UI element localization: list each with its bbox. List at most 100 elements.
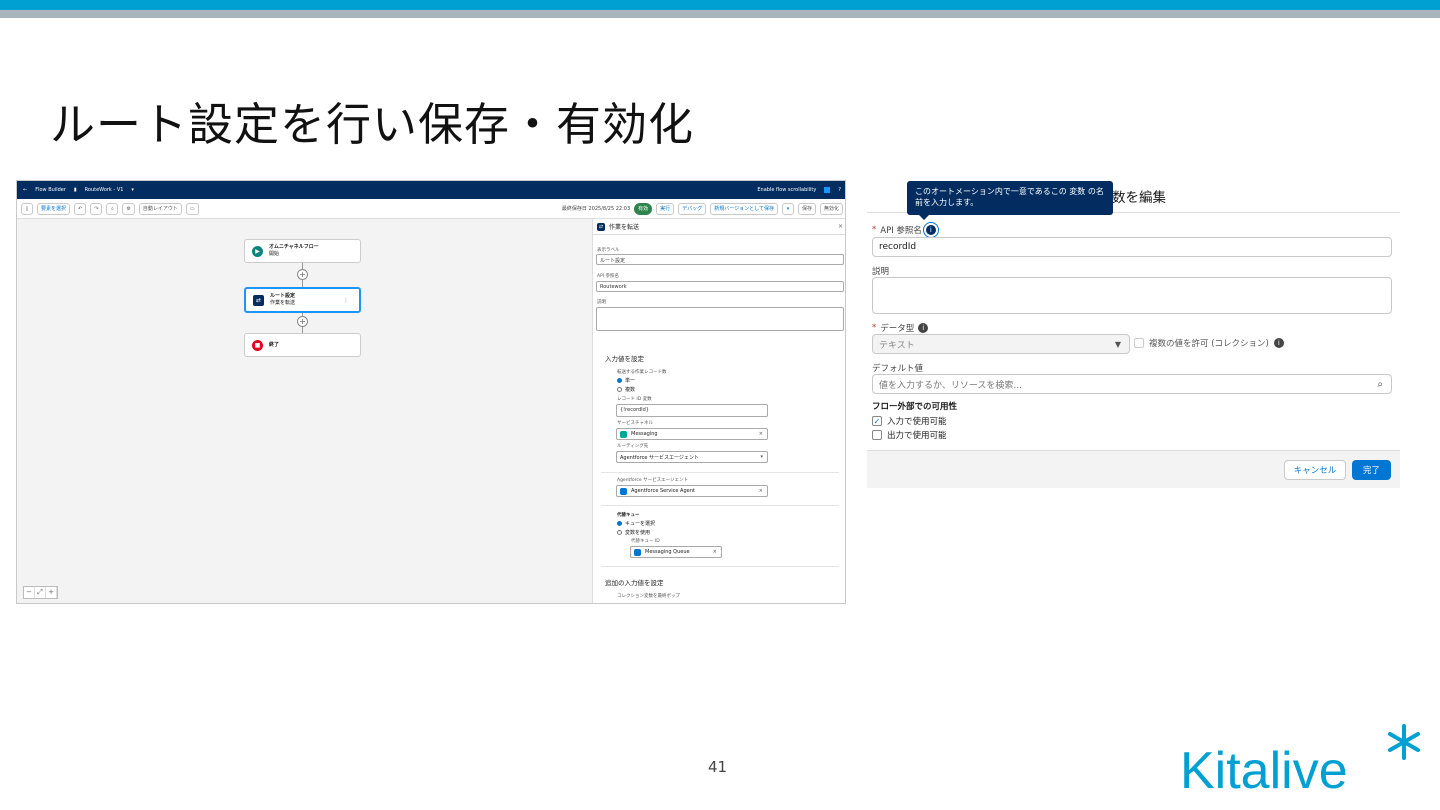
remove-icon[interactable]: × [759,431,763,437]
node-route-subtitle: 作業を転送 [270,300,296,306]
zoom-controls: − ⤢ + [23,586,58,599]
dialog-footer: キャンセル 完了 [867,450,1400,488]
header-stripe-blue [0,0,1440,10]
flow-canvas[interactable]: ▶ オムニチャネルフロー 開始 + ⇄ ルート設定 作業を転送 ⋮ + ■ 終了 −… [17,219,592,603]
info-icon[interactable]: i [918,323,929,333]
page-number: 41 [708,758,728,776]
record-count-label: 転送する作業レコード数 [617,370,667,375]
api-name-input[interactable]: Routework [596,281,844,292]
variable-editor-dialog: 数を編集 このオートメーション内で一意であるこの 変数 の名前を入力します。 *… [867,178,1400,488]
scrollability-label: Enable flow scrollability [757,187,817,193]
panel-header: ⇄ 作業を転送 × [593,219,845,235]
radio-use-variable[interactable]: 変数を使用 [617,529,650,536]
node-start-subtitle: 開始 [269,251,280,257]
panel-title: 作業を転送 [609,224,640,231]
search-icon: ⌕ [1377,378,1383,390]
service-channel-pill[interactable]: Messaging × [616,428,768,440]
record-id-input[interactable]: {!recordId} [616,404,768,417]
node-route[interactable]: ⇄ ルート設定 作業を転送 ⋮ [244,287,361,313]
save-as-new-version-button[interactable]: 新規バージョンとして保存 [710,202,778,215]
undo-icon[interactable]: ↶ [74,202,87,215]
default-value-label: デフォルト値 [872,364,924,374]
default-value-input[interactable]: 値を入力するか、リソースを検索... ⌕ [872,374,1392,394]
fit-icon[interactable]: ▭ [185,202,199,215]
search-icon[interactable]: ⌕ [106,202,119,215]
datatype-label: * データ型 i [872,322,929,334]
fit-view-icon[interactable]: ⤢ [35,587,46,598]
kitalive-logo: Kitalive [1180,724,1420,800]
document-icon: ▮ [73,187,77,193]
node-end[interactable]: ■ 終了 [244,333,361,357]
route-work-icon: ⇄ [597,222,605,231]
flow-builder-screenshot: ← Flow Builder ▮ RouteWork - V1 ▾ Enable… [16,180,846,604]
fallback-label: 代替キュー [617,513,640,518]
redo-icon[interactable]: ↷ [90,202,103,215]
active-badge: 有効 [634,202,653,215]
remove-icon[interactable]: × [713,549,717,555]
allow-multiple-checkbox[interactable]: 複数の値を許可 (コレクション) i [1134,337,1284,349]
node-start[interactable]: ▶ オムニチャネルフロー 開始 [244,239,361,263]
debug-button[interactable]: デバッグ [678,202,707,215]
close-icon[interactable]: × [838,223,843,230]
asterisk-icon [1388,724,1420,760]
header-stripe-gray [0,10,1440,18]
chevron-down-icon: ▼ [1114,339,1121,349]
chevron-down-icon[interactable]: ▾ [131,187,134,193]
done-button[interactable]: 完了 [1352,460,1391,480]
flow-builder-toolbar: ▯ 要素を選択 ↶ ↷ ⌕ ⚙ 自動レイアウト ▭ 最終保存日 2025/8/2… [17,199,845,219]
flow-builder-topbar: ← Flow Builder ▮ RouteWork - V1 ▾ Enable… [17,181,845,199]
flow-name[interactable]: RouteWork - V1 [85,187,124,193]
collection-label: コレクション変数を最終ポップ [617,594,680,599]
description-textarea[interactable] [596,307,844,331]
info-icon[interactable]: i [1273,338,1284,348]
radio-single[interactable]: 単一 [617,377,635,384]
logo-text: Kitalive [1180,742,1348,800]
node-end-title: 終了 [269,341,280,348]
queue-icon [634,548,641,556]
run-button[interactable]: 実行 [656,202,675,215]
node-start-title: オムニチャネルフロー [269,244,319,250]
api-name-tooltip: このオートメーション内で一意であるこの 変数 の名前を入力します。 [907,181,1113,220]
api-name-input[interactable]: recordId [872,237,1392,257]
deactivate-button[interactable]: 無効化 [819,202,843,215]
agent-label: Agentforce サービスエージェント [617,478,688,483]
api-name-field-label: API 参照名 [597,274,620,279]
available-input-checkbox[interactable]: ✓ 入力で使用可能 [872,415,947,427]
flow-builder-app-name: Flow Builder [35,187,66,193]
settings-icon[interactable]: ⚙ [122,202,135,215]
label-input[interactable]: ルート設定 [596,254,844,265]
zoom-in-icon[interactable]: + [46,587,57,598]
radio-multiple[interactable]: 複数 [617,386,635,393]
stop-icon: ■ [252,339,263,351]
node-route-title: ルート設定 [270,293,296,299]
save-menu-chevron-icon[interactable]: ▾ [781,202,794,215]
add-element-plus-icon[interactable]: + [297,316,308,327]
scrollability-checkbox[interactable] [824,187,831,193]
layout-select[interactable]: 自動レイアウト [138,202,182,215]
select-elements-button[interactable]: 要素を選択 [37,202,71,215]
cancel-button[interactable]: キャンセル [1284,460,1346,480]
description-textarea[interactable] [872,277,1392,314]
node-menu-icon[interactable]: ⋮ [343,297,349,304]
back-arrow-icon[interactable]: ← [23,187,27,193]
radio-select-queue[interactable]: キューを選択 [617,520,655,527]
agent-pill[interactable]: Agentforce Service Agent × [616,485,768,497]
save-button[interactable]: 保存 [797,202,816,215]
routing-select[interactable]: Agentforce サービスエージェント ▾ [616,451,768,463]
description-label: 説明 [872,267,890,277]
panel-toggle-icon[interactable]: ▯ [21,202,33,215]
add-element-plus-icon[interactable]: + [297,269,308,280]
available-output-checkbox[interactable]: 出力で使用可能 [872,429,947,441]
fallback-queue-pill[interactable]: Messaging Queue × [630,546,722,558]
info-icon[interactable]: i [925,225,936,235]
remove-icon[interactable]: × [759,488,763,494]
service-channel-label: サービスチャネル [617,421,653,426]
record-id-label: レコード ID 変数 [617,397,652,402]
description-field-label: 説明 [597,300,606,305]
routing-label: ルーティング先 [617,444,649,449]
messaging-icon [620,430,627,438]
agent-icon [620,487,627,495]
datatype-select[interactable]: テキスト ▼ [872,334,1130,354]
help-icon[interactable]: ? [838,187,841,193]
zoom-out-icon[interactable]: − [24,587,35,598]
